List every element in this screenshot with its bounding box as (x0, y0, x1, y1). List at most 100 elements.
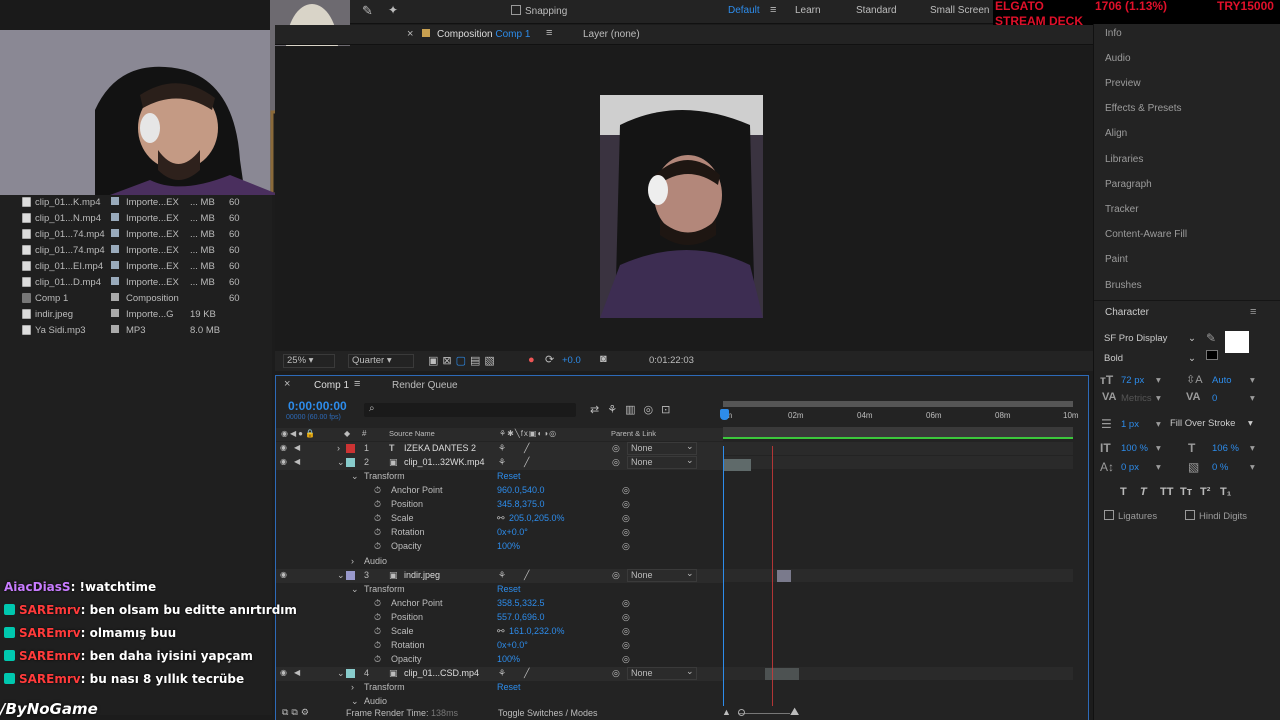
layer-row[interactable]: ◉ ◀ ⌄ 2 ▣ clip_01...32WK.mp4 ⚘ ╱ ◎ None ⌄ (276, 455, 723, 470)
panel-item-audio[interactable]: Audio (1105, 53, 1131, 64)
expand-chevron-icon[interactable]: › (351, 682, 354, 692)
stopwatch-icon[interactable]: ⏱ (374, 499, 381, 510)
expression-pickwhip-icon[interactable]: ◎ (622, 527, 630, 538)
label-color-swatch[interactable] (111, 213, 119, 221)
reset-link[interactable]: Reset (497, 584, 521, 594)
type-style-button[interactable]: T² (1200, 486, 1210, 498)
panel-item-paragraph[interactable]: Paragraph (1105, 179, 1152, 190)
property-row[interactable]: ⏱ Opacity 100% ◎ (276, 653, 723, 667)
parent-select[interactable]: None ⌄ (627, 568, 697, 582)
label-color-swatch[interactable] (111, 229, 119, 237)
parent-select[interactable]: None ⌄ (627, 666, 697, 680)
font-family-select[interactable]: SF Pro Display ⌄ (1104, 333, 1196, 344)
panel-item-align[interactable]: Align (1105, 128, 1127, 139)
panel-item-info[interactable]: Info (1105, 28, 1122, 39)
property-value[interactable]: 358.5,332.5 (497, 598, 545, 608)
time-navigator[interactable] (723, 401, 1073, 407)
label-color-swatch[interactable] (346, 571, 355, 580)
snapping-toggle[interactable]: Snapping (511, 5, 567, 17)
property-value[interactable]: 161.0,232.0% (509, 626, 565, 636)
font-size-value[interactable]: 72 px (1121, 375, 1144, 386)
label-color-swatch[interactable] (346, 444, 355, 453)
shy-switch-icon[interactable]: ⚘ (498, 668, 506, 679)
property-row[interactable]: ⏱ Scale ⚯ 205.0,205.0% ◎ (276, 512, 723, 526)
stopwatch-icon[interactable]: ⏱ (374, 612, 381, 623)
stopwatch-icon[interactable]: ⏱ (374, 598, 381, 609)
visibility-eye-icon[interactable]: ◉ (280, 457, 287, 466)
visibility-eye-icon[interactable]: ◉ (280, 570, 287, 579)
lock-icon[interactable] (422, 29, 430, 37)
viewer-tools-icons[interactable]: ▣⊠▢▤▧ (428, 354, 499, 367)
parent-pickwhip-icon[interactable]: ◎ (612, 668, 620, 679)
workspace-small-screen[interactable]: Small Screen (930, 5, 989, 16)
work-area-bar[interactable] (723, 427, 1073, 437)
property-row[interactable]: ⏱ Position 557.0,696.0 ◎ (276, 611, 723, 625)
stroke-type-select[interactable]: Fill Over Stroke ▾ (1170, 418, 1256, 431)
tab-menu-icon[interactable]: ≡ (546, 27, 552, 39)
zoom-slider-handle[interactable] (738, 709, 745, 716)
close-icon[interactable]: × (284, 378, 290, 390)
exposure-reset-icon[interactable]: ⟳ (545, 353, 554, 366)
tab-comp1[interactable]: Comp 1 (314, 380, 349, 391)
project-row[interactable]: clip_01...74.mp4 Importe...EX ... MB 60 (0, 227, 272, 243)
label-color-swatch[interactable] (111, 293, 119, 301)
pen-tool-icon[interactable]: ✎ (362, 3, 373, 19)
parent-pickwhip-icon[interactable]: ◎ (612, 570, 620, 581)
layer2-bar[interactable] (723, 459, 751, 471)
workspace-menu-icon[interactable]: ≡ (770, 4, 776, 16)
tab-render-queue[interactable]: Render Queue (392, 380, 458, 391)
composition-preview[interactable] (600, 95, 763, 318)
visibility-eye-icon[interactable]: ◉ (280, 443, 287, 452)
toggle-switches-modes[interactable]: Toggle Switches / Modes (498, 708, 598, 718)
workspace-learn[interactable]: Learn (795, 5, 821, 16)
audio-speaker-icon[interactable]: ◀ (294, 668, 300, 677)
parent-pickwhip-icon[interactable]: ◎ (612, 457, 620, 468)
stroke-color-swatch[interactable] (1206, 350, 1218, 360)
expand-chevron-icon[interactable]: ⌄ (337, 668, 345, 679)
property-row[interactable]: ⌄ Transform Reset (276, 583, 723, 597)
layer-row[interactable]: ◉ ◀ › 1 T IZEKA DANTES 2 ⚘ ╱ ◎ None ⌄ (276, 441, 723, 456)
property-value[interactable]: 0x+0.0° (497, 640, 528, 650)
workspace-standard[interactable]: Standard (856, 5, 897, 16)
shy-switch-icon[interactable]: ⚘ (498, 443, 506, 454)
timeline-search-input[interactable]: ⌕ (364, 403, 576, 417)
panel-item-content-aware-fill[interactable]: Content-Aware Fill (1105, 229, 1187, 240)
pin-tool-icon[interactable]: ✦ (388, 3, 398, 17)
layer-row[interactable]: ◉ ◀ ⌄ 4 ▣ clip_01...CSD.mp4 ⚘ ╱ ◎ None ⌄ (276, 666, 723, 681)
property-value[interactable]: 960.0,540.0 (497, 485, 545, 495)
type-style-button[interactable]: T₁ (1220, 486, 1231, 498)
audio-speaker-icon[interactable]: ◀ (294, 457, 300, 466)
horizontal-scale-value[interactable]: 106 % (1212, 443, 1239, 454)
playhead-handle[interactable] (720, 409, 729, 420)
type-style-button[interactable]: Tт (1180, 486, 1192, 498)
expand-chevron-icon[interactable]: ⌄ (351, 584, 359, 595)
parent-pickwhip-icon[interactable]: ◎ (612, 443, 620, 454)
snapping-checkbox[interactable] (511, 5, 521, 15)
reset-link[interactable]: Reset (497, 471, 521, 481)
expression-pickwhip-icon[interactable]: ◎ (622, 513, 630, 524)
visibility-eye-icon[interactable]: ◉ (280, 668, 287, 677)
shy-switch-icon[interactable]: ⚘ (498, 457, 506, 468)
project-row[interactable]: clip_01...EI.mp4 Importe...EX ... MB 60 (0, 259, 272, 275)
character-menu-icon[interactable]: ≡ (1250, 306, 1256, 318)
project-row[interactable]: clip_01...K.mp4 Importe...EX ... MB 60 (0, 195, 272, 211)
zoom-in-icon[interactable]: ⛰ (790, 706, 799, 719)
zoom-select[interactable]: 25% ▾ (283, 354, 335, 368)
ligatures-checkbox[interactable] (1104, 510, 1114, 520)
expression-pickwhip-icon[interactable]: ◎ (622, 640, 630, 651)
tracking-value[interactable]: 0 (1212, 393, 1217, 404)
label-color-swatch[interactable] (111, 245, 119, 253)
stopwatch-icon[interactable]: ⏱ (374, 527, 381, 538)
stopwatch-icon[interactable]: ⏱ (374, 541, 381, 552)
expression-pickwhip-icon[interactable]: ◎ (622, 626, 630, 637)
project-row[interactable]: Comp 1 Composition 60 (0, 291, 272, 307)
property-row[interactable]: ⏱ Rotation 0x+0.0° ◎ (276, 526, 723, 540)
layer-name[interactable]: clip_01...CSD.mp4 (404, 668, 479, 678)
reset-link[interactable]: Reset (497, 682, 521, 692)
layer-tab[interactable]: Layer (none) (583, 29, 640, 40)
parent-select[interactable]: None ⌄ (627, 441, 697, 455)
expression-pickwhip-icon[interactable]: ◎ (622, 541, 630, 552)
snapshot-icon[interactable]: ◙ (600, 353, 607, 365)
property-row[interactable]: ⏱ Rotation 0x+0.0° ◎ (276, 639, 723, 653)
type-style-button[interactable]: T (1140, 486, 1147, 498)
